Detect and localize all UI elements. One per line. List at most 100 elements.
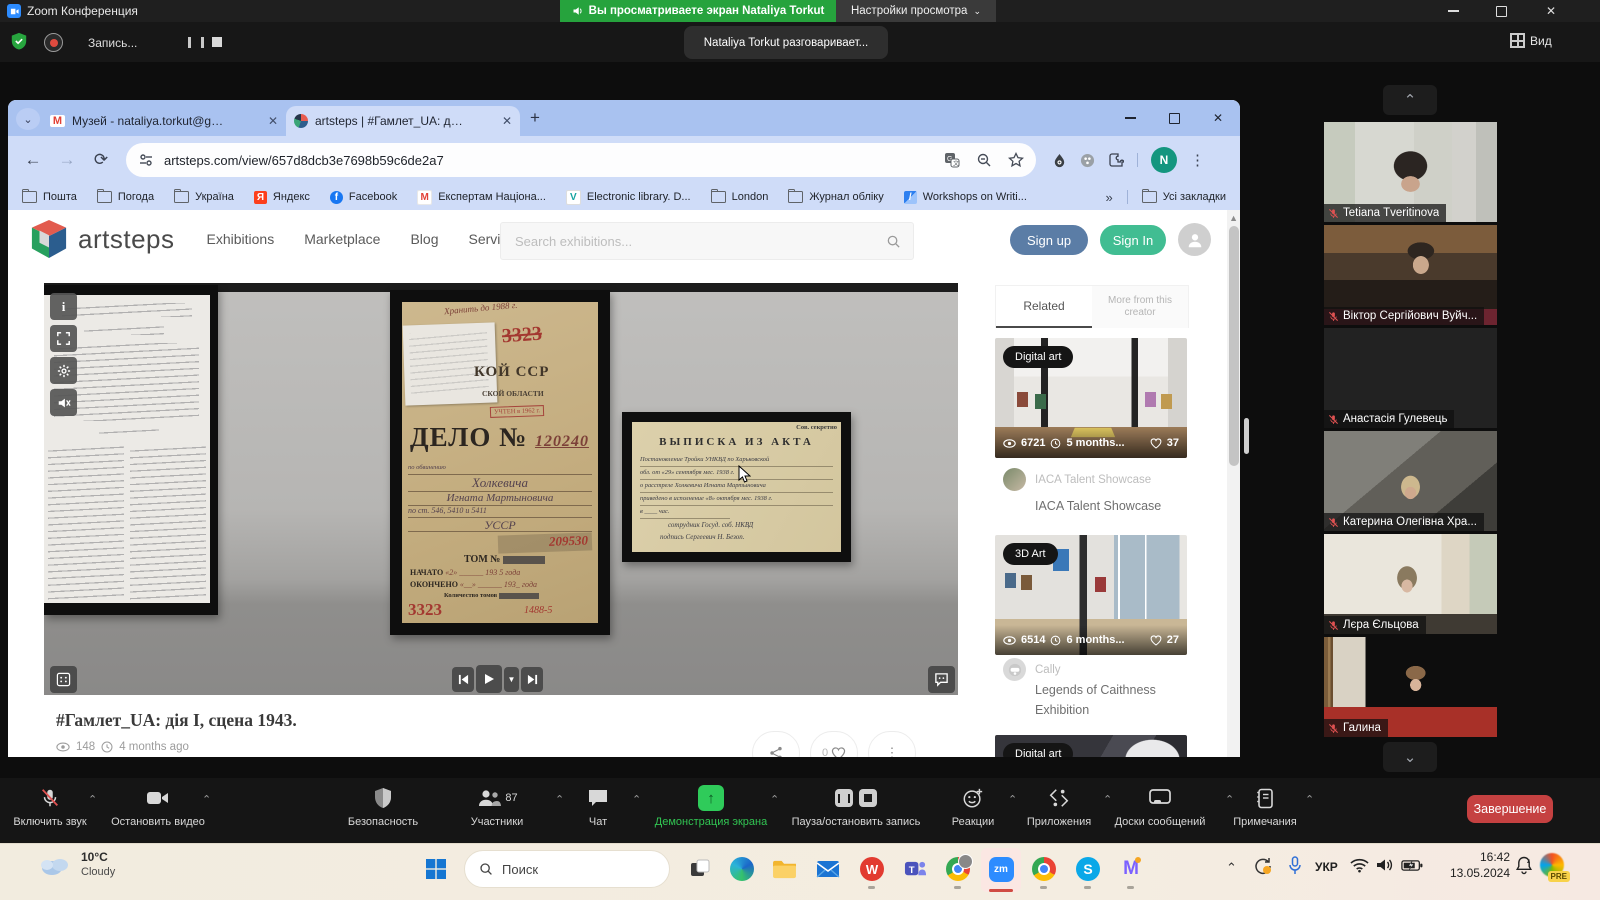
battery-icon[interactable] [1401, 859, 1423, 875]
card-creator[interactable]: IACA Talent Showcase [1003, 468, 1151, 491]
bookmark-folder[interactable]: Погода [97, 191, 154, 203]
video-options-chevron[interactable]: ⌃ [202, 793, 211, 806]
bookmark-facebook[interactable]: fFacebook [330, 191, 397, 204]
share-panel-drag-handle[interactable] [1244, 418, 1249, 454]
more-options-button[interactable]: ⋮ [868, 731, 916, 757]
skype-icon[interactable]: S [1074, 855, 1102, 883]
bookmark-folder[interactable]: Україна [174, 191, 234, 203]
view-layout-button[interactable]: Вид [1510, 33, 1552, 48]
mute-options-chevron[interactable]: ⌃ [88, 793, 97, 806]
start-button[interactable] [422, 855, 450, 883]
chrome-icon[interactable] [1030, 855, 1058, 883]
participant-video[interactable]: Катерина Олегівна Хра... [1324, 431, 1497, 531]
tray-mic-icon[interactable] [1287, 856, 1303, 879]
adblock-drop-icon[interactable] [1052, 153, 1067, 168]
tab-more-from-creator[interactable]: More from this creator [1092, 286, 1188, 328]
stop-video-button[interactable]: Остановить видео [97, 785, 219, 828]
participant-video[interactable]: Галина [1324, 637, 1497, 737]
related-card-thumbnail[interactable]: Digital art [995, 735, 1187, 757]
fullscreen-button[interactable] [50, 325, 77, 352]
tab-search-caret[interactable]: ⌄ [16, 108, 40, 130]
participant-video[interactable]: Лєра Єльцова [1324, 534, 1497, 634]
user-avatar[interactable] [1178, 223, 1211, 256]
share-screen-button[interactable]: ↑ Демонстрация экрана [636, 785, 786, 828]
bookmarks-overflow[interactable]: » [1106, 190, 1113, 205]
info-button[interactable]: i [50, 293, 77, 320]
notifications-bell-icon[interactable]: z [1515, 856, 1533, 878]
browser-menu-icon[interactable]: ⋮ [1190, 151, 1206, 169]
zoom-close-button[interactable]: ✕ [1528, 0, 1574, 22]
participants-scroll-up[interactable]: ⌃ [1383, 85, 1437, 115]
whiteboards-button[interactable]: Доски сообщений [1100, 785, 1220, 828]
language-indicator[interactable]: УКР [1315, 860, 1338, 874]
clock-widget[interactable]: 16:42 13.05.2024 [1438, 849, 1510, 881]
tab-close-icon[interactable]: ✕ [268, 114, 278, 128]
edge-icon[interactable] [728, 855, 756, 883]
artwork-case-file[interactable]: Хранить до 1988 г. 3323 КОЙ ССР СКОЙ ОБЛ… [390, 290, 610, 635]
card-title[interactable]: IACA Talent Showcase [1035, 496, 1161, 516]
zoom-taskbar-icon[interactable]: zm [987, 855, 1015, 883]
play-button[interactable] [476, 665, 502, 693]
settings-gear-button[interactable] [50, 357, 77, 384]
teams-icon[interactable]: T [901, 855, 929, 883]
exhibition-viewer[interactable]: i Хранить до 1988 г. 3323 КОЙ ССР СКОЙ О… [44, 283, 958, 695]
next-button[interactable] [521, 667, 543, 692]
view-settings-button[interactable]: Настройки просмотра ⌄ [836, 0, 996, 22]
taskbar-search[interactable]: Поиск [464, 850, 670, 888]
bookmark-folder[interactable]: Журнал обліку [788, 191, 883, 203]
chat-button[interactable]: Чат [568, 785, 628, 828]
scrollbar-thumb[interactable] [1229, 226, 1239, 466]
mute-audio-button[interactable] [50, 389, 77, 416]
pause-stop-recording-button[interactable]: Пауза/остановить запись [771, 785, 941, 828]
bookmark-yandex[interactable]: ЯЯндекс [254, 191, 310, 204]
bookmark-gmail[interactable]: MЕкспертам Націона... [417, 190, 546, 205]
bookmark-library[interactable]: VElectronic library. D... [566, 190, 691, 205]
sign-in-button[interactable]: Sign In [1100, 225, 1166, 255]
scroll-up-arrow[interactable]: ▲ [1229, 213, 1238, 223]
zoom-maximize-button[interactable] [1478, 0, 1524, 22]
participant-video[interactable]: Анастасія Гулевець [1324, 328, 1497, 428]
all-bookmarks[interactable]: Усі закладки [1142, 191, 1226, 203]
sign-up-button[interactable]: Sign up [1010, 225, 1088, 255]
tab-gmail[interactable]: M Музей - nataliya.torkut@gmail. ✕ [42, 106, 286, 136]
artwork-extract[interactable]: Сов. секретно ВЫПИСКА ИЗ АКТА Постановле… [622, 412, 851, 562]
floorplan-button[interactable] [50, 666, 77, 693]
profile-avatar[interactable]: N [1151, 147, 1177, 173]
notes-button[interactable]: Примечания [1215, 785, 1315, 828]
related-card-thumbnail[interactable]: Digital art 6721 5 months... 37 [995, 338, 1187, 458]
participants-scroll-down[interactable]: ⌄ [1383, 742, 1437, 772]
address-bar[interactable]: artsteps.com/view/657d8dcb3e7698b59c6de2… [126, 143, 1036, 177]
nav-exhibitions[interactable]: Exhibitions [207, 231, 275, 247]
bookmark-star-icon[interactable] [1008, 152, 1024, 168]
extensions-puzzle-icon[interactable] [1108, 152, 1124, 168]
wps-office-icon[interactable]: W [858, 855, 886, 883]
weather-widget[interactable]: 10°C Cloudy [38, 850, 115, 880]
new-tab-button[interactable]: + [530, 108, 540, 128]
extension-circle-icon[interactable] [1080, 153, 1095, 168]
card-title[interactable]: Legends of CaithnessExhibition [1035, 680, 1156, 720]
previous-button[interactable] [452, 667, 474, 692]
search-box[interactable] [500, 222, 914, 260]
search-input[interactable] [513, 233, 886, 250]
copilot-icon[interactable]: PRE [1540, 853, 1566, 879]
participants-button[interactable]: 87 Участники [437, 785, 557, 828]
share-button[interactable] [752, 731, 800, 757]
file-explorer-icon[interactable] [770, 855, 798, 883]
notes-options-chevron[interactable]: ⌃ [1305, 793, 1314, 806]
zoom-page-icon[interactable] [976, 152, 992, 168]
mail-icon[interactable] [814, 855, 842, 883]
translate-icon[interactable]: G文 [944, 152, 960, 168]
speaker-icon[interactable] [1376, 857, 1394, 876]
unmute-button[interactable]: Включить звук [0, 785, 100, 828]
browser-minimize-button[interactable] [1108, 100, 1152, 136]
forward-button[interactable]: → [52, 150, 82, 170]
bookmark-folder[interactable]: London [711, 191, 769, 203]
card-creator[interactable]: Cally [1003, 658, 1061, 681]
tab-close-icon[interactable]: ✕ [502, 114, 512, 128]
nav-blog[interactable]: Blog [410, 231, 438, 247]
participant-video[interactable]: Tetiana Tveritinova [1324, 122, 1497, 222]
zoom-minimize-button[interactable] [1430, 0, 1476, 22]
page-scrollbar[interactable]: ▲ [1227, 210, 1240, 757]
reload-button[interactable]: ⟳ [86, 150, 116, 170]
task-view-icon[interactable] [686, 855, 714, 883]
